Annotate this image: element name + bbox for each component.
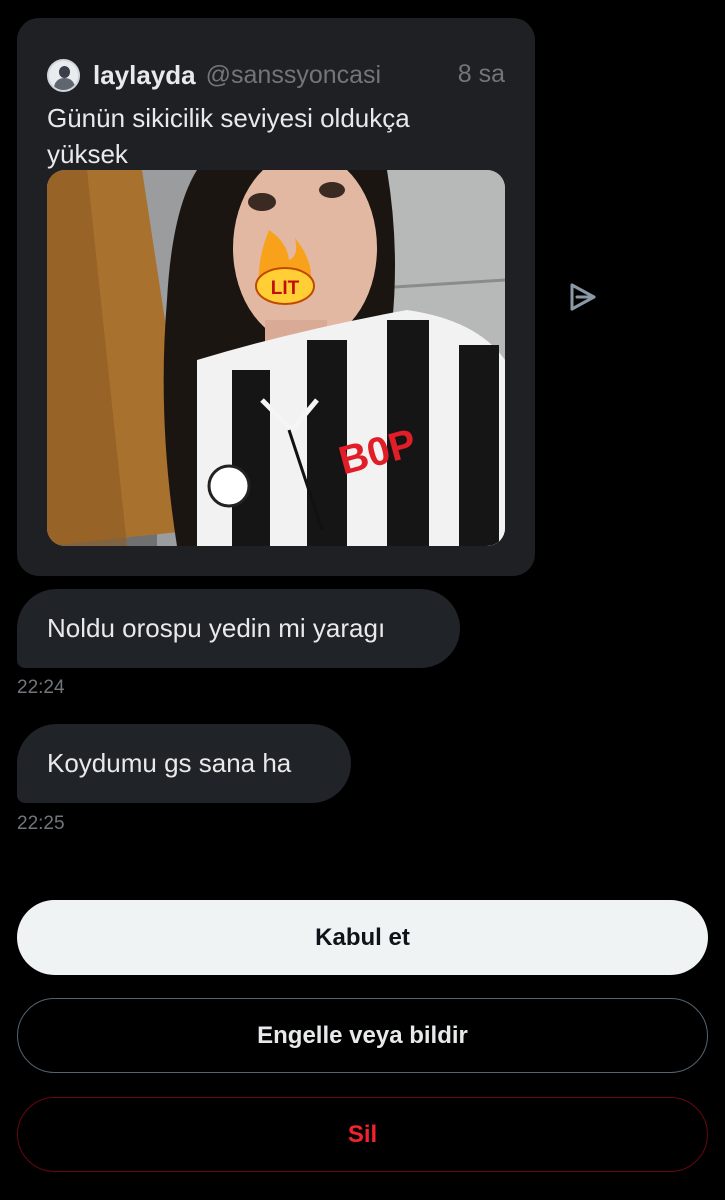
block-or-report-label: Engelle veya bildir xyxy=(257,1021,468,1049)
avatar[interactable] xyxy=(47,58,80,92)
quoted-tweet-photo[interactable]: B0P LIT xyxy=(47,170,505,546)
author-display-name[interactable]: laylayda xyxy=(93,60,196,91)
quoted-tweet-card[interactable]: laylayda @sanssyoncasi 8 sa Günün sikici… xyxy=(17,18,535,576)
message-text: Noldu orospu yedin mi yaragı xyxy=(47,613,386,643)
message-timestamp: 22:25 xyxy=(17,813,65,834)
block-or-report-button[interactable]: Engelle veya bildir xyxy=(17,998,708,1073)
delete-button-label: Sil xyxy=(347,1120,378,1148)
delete-button[interactable]: Sil xyxy=(17,1097,708,1172)
quoted-tweet-text: Günün sikicilik seviyesi oldukça yüksek xyxy=(47,103,410,169)
photo-image: B0P LIT xyxy=(47,170,505,546)
message-text: Koydumu gs sana ha xyxy=(47,748,292,778)
svg-text:LIT: LIT xyxy=(271,278,300,299)
accept-button-label: Kabul et xyxy=(315,923,410,951)
quoted-tweet-header: laylayda @sanssyoncasi xyxy=(47,58,381,92)
message-request-screen: laylayda @sanssyoncasi 8 sa Günün sikici… xyxy=(0,0,725,1200)
share-icon[interactable] xyxy=(567,281,599,313)
message-timestamp: 22:24 xyxy=(17,677,65,698)
message-bubble[interactable]: Koydumu gs sana ha xyxy=(17,724,351,803)
accept-button[interactable]: Kabul et xyxy=(17,900,708,975)
message-bubble[interactable]: Noldu orospu yedin mi yaragı xyxy=(17,589,460,668)
tweet-timestamp: 8 sa xyxy=(457,60,505,88)
author-handle: @sanssyoncasi xyxy=(205,60,382,89)
